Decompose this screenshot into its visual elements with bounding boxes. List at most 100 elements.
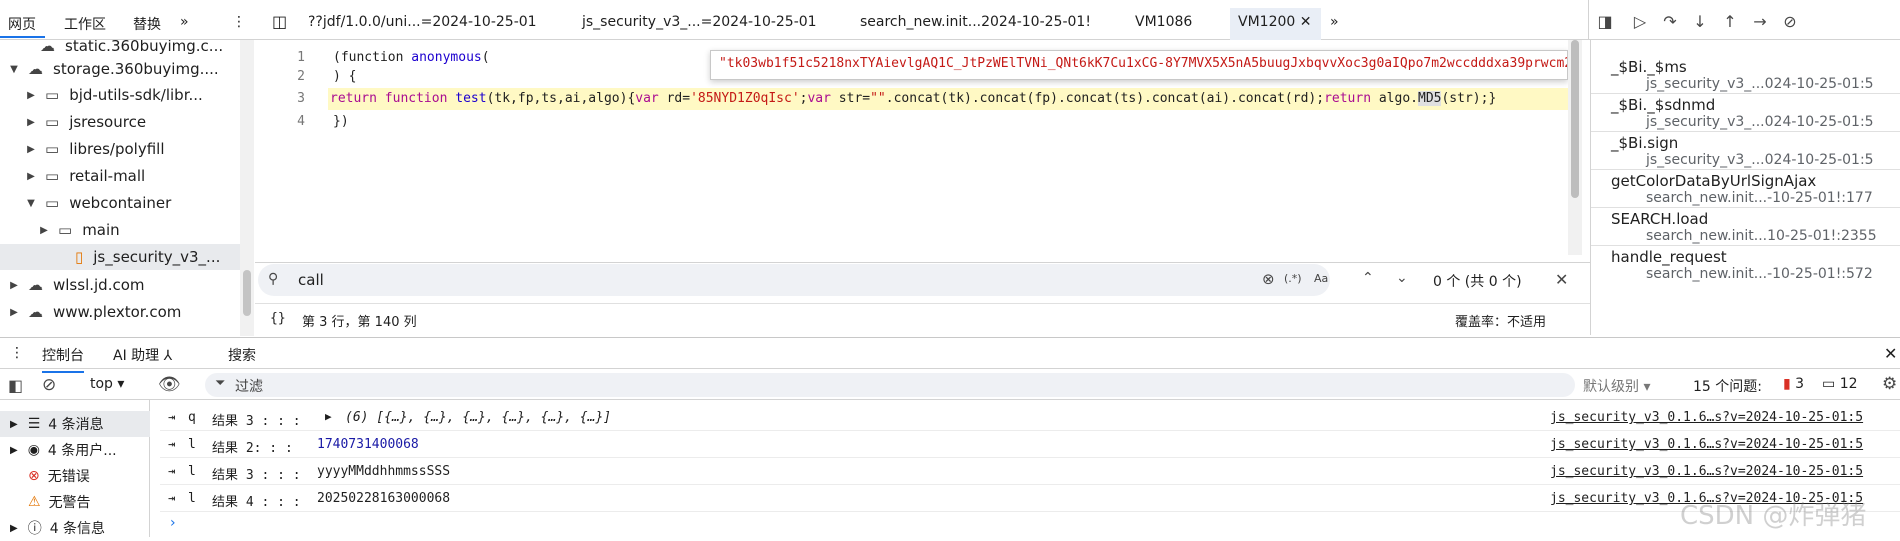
tree-item[interactable]: ▶ ▭ main [0,217,240,243]
tab-workspace[interactable]: 工作区 [64,14,106,34]
call-frame-location[interactable]: search_new.init...10-25-01!:2355 [1646,228,1877,244]
sidebar-item-errors[interactable]: ⊗ 无错误 [0,463,150,489]
console-message[interactable]: ⇥ l 结果 3 : : : yyyyMMddhhmmssSSS js_security… [160,459,1900,485]
console-message[interactable]: ⇥ q 结果 3 : : : ▶ (6) [{…}, {…}, {…}, {…}, {…… [160,405,1900,431]
pretty-print-icon[interactable]: {} [270,311,286,326]
live-expression-icon[interactable]: 👁 [158,374,181,395]
tree-item[interactable]: ▶ ☁ wlssl.jd.com [0,272,240,298]
tree-scrollbar[interactable] [240,40,254,336]
settings-icon[interactable]: ⚙ [1882,374,1897,394]
toggle-navigator-icon[interactable]: ◫ [272,12,287,31]
step-icon[interactable]: → [1749,10,1771,32]
issues-error-badge[interactable]: ▮ 3 [1783,376,1804,392]
regex-toggle[interactable]: (.*) [1284,272,1302,285]
scrollbar-thumb[interactable] [1571,40,1579,198]
expand-arrow-icon[interactable]: ▶ [25,171,37,182]
expand-arrow-icon[interactable]: ▶ [25,90,37,101]
call-frame-name[interactable]: _$Bi.sign [1611,134,1678,152]
expand-arrow-icon[interactable]: ▼ [8,64,20,75]
sidebar-item-messages[interactable]: ▶ ☰ 4 条消息 [0,411,150,437]
code-line-3[interactable]: return function test(tk,fp,ts,ai,algo){v… [330,91,1496,106]
call-frame-name[interactable]: handle_request [1611,248,1727,266]
call-frame-name[interactable]: SEARCH.load [1611,210,1708,228]
tab-file[interactable]: js_security_v3_...=2024-10-25-01 [582,14,817,30]
code-line-4[interactable]: }) [333,114,349,129]
tree-item[interactable]: ▯ js_security_v3_... [0,244,240,270]
step-over-icon[interactable]: ↷ [1659,10,1681,32]
code-line-1[interactable]: (function anonymous( [333,50,490,65]
call-frame-location[interactable]: search_new.init...-10-25-01!:177 [1646,190,1873,206]
tree-item[interactable]: ▶ ▭ bjd-utils-sdk/libr... [0,82,240,108]
code-line-2[interactable]: ) { [333,69,356,84]
resume-icon[interactable]: ▷ [1629,10,1651,32]
expand-arrow-icon[interactable]: ▶ [8,280,20,291]
toggle-debugger-sidebar-icon[interactable]: ◨ [1594,10,1616,32]
tab-page[interactable]: 网页 [8,14,36,34]
call-frame-location[interactable]: js_security_v3_...024-10-25-01:5 [1646,76,1874,92]
tree-item[interactable]: ▼ ▭ webcontainer [0,190,240,216]
search-input[interactable]: call [298,271,324,289]
tab-file-active[interactable]: VM1200 ✕ [1230,8,1322,40]
console-message[interactable]: ⇥ l 结果 4 : : :20250228163000068 js_security… [160,486,1900,512]
call-frame-location[interactable]: js_security_v3_...024-10-25-01:5 [1646,152,1874,168]
issues-info-badge[interactable]: ▭ 12 [1822,376,1858,392]
expand-arrow-icon[interactable]: ▶ [10,419,18,430]
tab-search[interactable]: 搜索 [228,345,256,365]
sidebar-item-info[interactable]: ▶ ⓘ 4 条信息 [0,515,150,541]
more-options-icon[interactable]: ⋮ [232,14,246,30]
tree-item[interactable]: ▶ ☁ www.plextor.com [0,299,240,325]
message-value[interactable]: (6) [{…}, {…}, {…}, {…}, {…}, {…}] [345,410,611,425]
line-number[interactable]: 4 [255,114,305,129]
issues-count-label[interactable]: 15 个问题: [1693,376,1762,396]
log-level-dropdown[interactable]: 默认级别 ▾ [1583,376,1650,396]
message-source-link[interactable]: js_security_v3_0.1.6…s?v=2024-10-25-01:5 [1550,437,1863,452]
tab-file[interactable]: search_new.init...2024-10-25-01! [860,14,1091,30]
deactivate-breakpoints-icon[interactable]: ⊘ [1779,10,1801,32]
context-selector[interactable]: top ▾ [90,376,124,392]
tree-item[interactable]: ▶ ▭ retail-mall [0,163,240,189]
more-tabs-icon[interactable]: » [1330,14,1339,30]
clear-search-icon[interactable]: ⊗ [1262,270,1275,288]
tree-item[interactable]: ▼ ☁ storage.360buyimg.... [0,56,240,82]
previous-match-icon[interactable]: ⌃ [1362,270,1374,286]
close-icon[interactable]: ✕ [1300,14,1312,30]
step-out-icon[interactable]: ↑ [1719,10,1741,32]
tab-file[interactable]: ??jdf/1.0.0/uni...=2024-10-25-01 [308,14,537,30]
step-into-icon[interactable]: ↓ [1689,10,1711,32]
code-token-hovered[interactable]: MD5 [1418,91,1442,106]
call-frame-name[interactable]: _$Bi._$sdnmd [1611,96,1715,114]
scrollbar-thumb[interactable] [243,270,251,316]
toggle-sidebar-icon[interactable]: ◧ [8,376,23,395]
call-frame-location[interactable]: search_new.init...-10-25-01!:572 [1646,266,1873,282]
expand-arrow-icon[interactable]: ▶ [38,225,50,236]
call-frame-name[interactable]: _$Bi._$ms [1611,58,1687,76]
expand-arrow-icon[interactable]: ▼ [25,198,37,209]
expand-arrow-icon[interactable]: ▶ [325,410,332,423]
expand-arrow-icon[interactable]: ▶ [8,307,20,318]
tree-item[interactable]: ▶ ▭ libres/polyfill [0,136,240,162]
tab-file[interactable]: VM1086 [1135,14,1192,30]
close-drawer-icon[interactable]: ✕ [1884,344,1897,363]
value-popover[interactable]: "tk03wb1f51c5218nxTYAievlgAQ1C_JtPzWElTV… [710,50,1568,80]
call-frame-name[interactable]: getColorDataByUrlSignAjax [1611,172,1816,190]
line-number[interactable]: 3 [255,91,305,106]
line-number[interactable]: 2 [255,69,305,84]
next-match-icon[interactable]: ⌄ [1396,270,1408,286]
tab-overrides[interactable]: 替换 [133,14,161,34]
call-frame-location[interactable]: js_security_v3_...024-10-25-01:5 [1646,114,1874,130]
message-source-link[interactable]: js_security_v3_0.1.6…s?v=2024-10-25-01:5 [1550,410,1863,425]
clear-console-icon[interactable]: ⊘ [42,375,56,395]
console-message[interactable]: ⇥ l 结果 2: : : 1740731400068 js_security_v3_0… [160,432,1900,458]
expand-arrow-icon[interactable]: ▶ [25,144,37,155]
sidebar-item-warnings[interactable]: ⚠ 无警告 [0,489,150,515]
expand-arrow-icon[interactable]: ▶ [10,523,18,534]
tab-ai-assistant[interactable]: AI 助理 ⅄ [113,345,172,365]
message-source-link[interactable]: js_security_v3_0.1.6…s?v=2024-10-25-01:5 [1550,464,1863,479]
console-prompt[interactable]: › [170,515,176,531]
case-toggle[interactable]: Aa [1314,272,1328,285]
tree-item[interactable]: ▶ ▭ jsresource [0,109,240,135]
tab-console[interactable]: 控制台 [42,345,84,373]
sidebar-item-user-messages[interactable]: ▶ ◉ 4 条用户... [0,437,150,463]
expand-arrow-icon[interactable]: ▶ [10,445,18,456]
code-scrollbar[interactable] [1568,40,1582,255]
